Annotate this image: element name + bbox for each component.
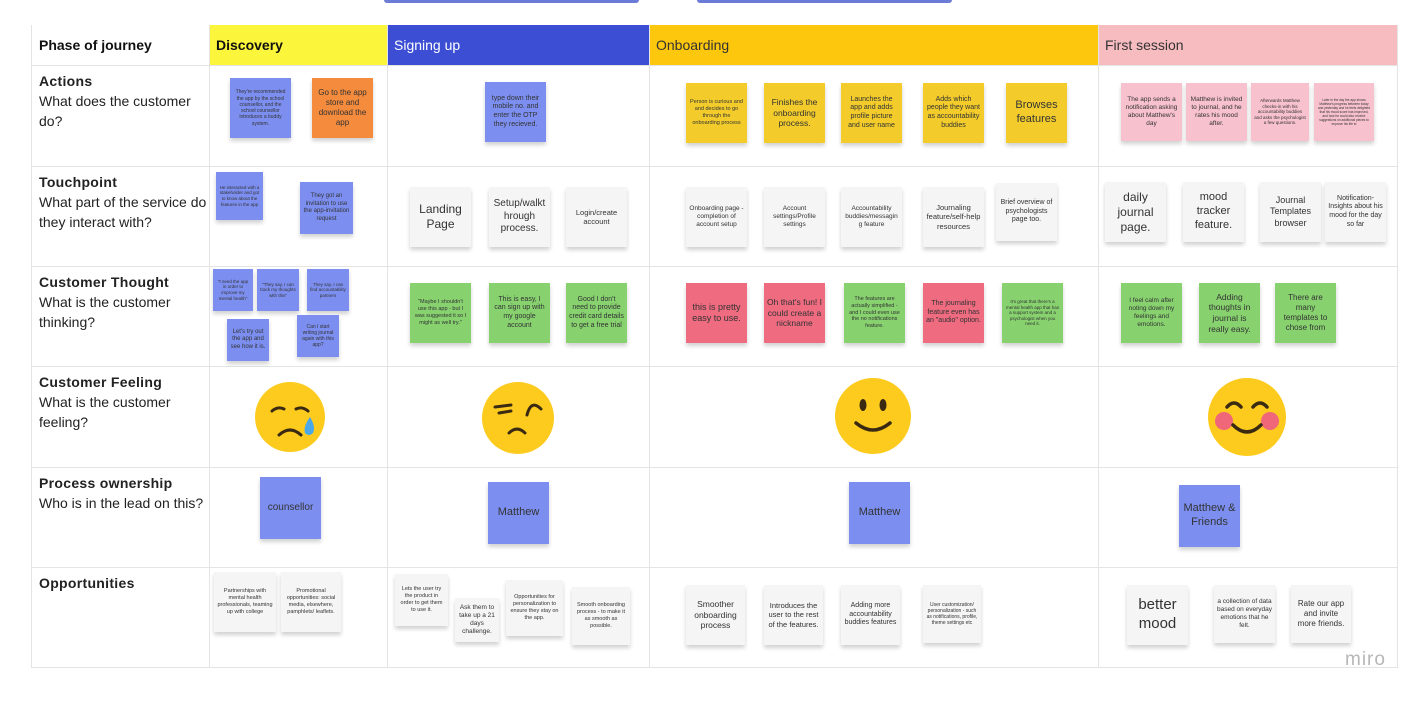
blushing-face-icon <box>1208 378 1286 456</box>
sticky-note[interactable]: Later in the day the app shows Matthew's… <box>1314 83 1374 141</box>
sticky-note[interactable]: The journaling feature even has an "audi… <box>923 283 984 343</box>
row-label-customer-thought: Customer Thought What is the customer th… <box>39 272 207 332</box>
sticky-note[interactable]: Person is curious and and decides to go … <box>686 83 747 143</box>
smiling-face-icon <box>835 378 911 454</box>
phase-discovery: Discovery <box>209 25 387 65</box>
sticky-note[interactable]: Brief overview of psychologists page too… <box>996 183 1057 241</box>
sticky-note[interactable]: They're recommended the app by the schoo… <box>230 78 291 138</box>
sticky-note[interactable]: There are many templates to chose from <box>1275 283 1336 343</box>
sticky-note[interactable]: daily journal page. <box>1105 182 1166 242</box>
sticky-note[interactable]: The features are actually simplified - a… <box>844 283 905 343</box>
sticky-note[interactable]: I feel calm after noting down my feeling… <box>1121 283 1182 343</box>
sticky-note[interactable]: Adding more accountability buddies featu… <box>841 585 900 645</box>
sticky-note[interactable]: It's great that there's a mental health … <box>1002 283 1063 343</box>
row-subtitle: What is the customer feeling? <box>39 394 171 430</box>
phase-first-session: First session <box>1098 25 1398 65</box>
phase-name: Signing up <box>394 37 461 53</box>
top-frame-tab <box>697 0 952 3</box>
sticky-note[interactable]: Smooth onboarding process - to make it a… <box>572 587 630 645</box>
row-label-customer-feeling: Customer Feeling What is the customer fe… <box>39 372 207 432</box>
top-frame-tab <box>384 0 639 3</box>
sticky-note[interactable]: Smoother onboarding process <box>686 585 745 645</box>
sticky-note[interactable]: Browses features <box>1006 83 1067 143</box>
sticky-note[interactable]: Partnerships with mental health professi… <box>214 572 276 632</box>
sticky-note[interactable]: Can I start writing journal again with t… <box>297 315 339 357</box>
phase-signing-up: Signing up <box>387 25 649 65</box>
sticky-note[interactable]: Accountability buddies/messaging feature <box>841 187 902 247</box>
sticky-note[interactable]: Let's try out the app and see how it is. <box>227 319 269 361</box>
sticky-note[interactable]: Go to the app store and download the app <box>312 78 373 138</box>
sticky-note[interactable]: Opportunities for personalization to ens… <box>506 580 563 636</box>
sticky-note[interactable]: Account settings/Profile settings <box>764 187 825 247</box>
row-title: Customer Feeling <box>39 374 163 390</box>
sticky-note[interactable]: He interacted with a stakeholder and got… <box>216 172 263 220</box>
sticky-note[interactable]: type down their mobile no. and enter the… <box>485 82 546 142</box>
sticky-note[interactable]: They got an invitation to use the app-in… <box>300 182 353 234</box>
row-label-actions: Actions What does the customer do? <box>39 71 207 131</box>
unamused-face-icon <box>482 382 554 454</box>
sticky-note[interactable]: Onboarding page - completion of account … <box>686 187 747 247</box>
phase-name: First session <box>1105 37 1184 53</box>
sticky-note[interactable]: Good I don't need to provide credit card… <box>566 283 627 343</box>
row-subtitle: What is the customer thinking? <box>39 294 171 330</box>
sticky-note[interactable]: User customization/ personalization - su… <box>923 585 981 643</box>
sticky-note[interactable]: Journaling feature/self-help resources <box>923 187 984 247</box>
phase-header-label: Phase of journey <box>39 37 152 53</box>
sticky-note[interactable]: Adding thoughts in journal is really eas… <box>1199 283 1260 343</box>
sticky-note[interactable]: this is pretty easy to use. <box>686 283 747 343</box>
phase-name: Onboarding <box>656 37 730 53</box>
sticky-note[interactable]: Landing Page <box>410 187 471 247</box>
sticky-note[interactable]: Rate our app and invite more friends. <box>1291 585 1351 643</box>
row-subtitle: Who is in the lead on this? <box>39 495 204 511</box>
sticky-note[interactable]: Login/create account <box>566 187 627 247</box>
sticky-note[interactable]: Matthew <box>488 482 549 544</box>
sad-tear-face-icon <box>255 382 325 452</box>
sticky-note[interactable]: Lets the user try the product in order t… <box>395 574 448 626</box>
sticky-note[interactable]: Notification-Insights about his mood for… <box>1325 182 1386 242</box>
sticky-note[interactable]: Finishes the onboarding process. <box>764 83 825 143</box>
sticky-note[interactable]: Matthew & Friends <box>1179 485 1240 547</box>
row-title: Customer Thought <box>39 274 170 290</box>
sticky-note[interactable]: The app sends a notification asking abou… <box>1121 83 1182 141</box>
sticky-note[interactable]: "They say, I can track my thoughts with … <box>257 269 299 311</box>
row-title: Touchpoint <box>39 174 118 190</box>
miro-logo: miro <box>1345 649 1386 670</box>
row-title: Opportunities <box>39 575 135 591</box>
row-label-process-ownership: Process ownership Who is in the lead on … <box>39 473 207 513</box>
sticky-note[interactable]: This is easy, I can sign up with my goog… <box>489 283 550 343</box>
row-subtitle: What does the customer do? <box>39 93 191 129</box>
sticky-note[interactable]: Launches the app and adds profile pictur… <box>841 83 902 143</box>
row-title: Process ownership <box>39 475 173 491</box>
sticky-note[interactable]: Oh that's fun! I could create a nickname <box>764 283 825 343</box>
sticky-note[interactable]: Introduces the user to the rest of the f… <box>764 585 823 645</box>
sticky-note[interactable]: Afterwards Matthew checks-in with his ac… <box>1251 83 1309 141</box>
customer-journey-board: Phase of journey Discovery Signing up On… <box>31 25 1398 668</box>
sticky-note[interactable]: "I need the app in order to improve my m… <box>213 269 253 311</box>
row-title: Actions <box>39 73 93 89</box>
sticky-note[interactable]: They say, I can find accountability part… <box>307 269 349 311</box>
sticky-note[interactable]: "Maybe I shouldn't use this app - but I … <box>410 283 471 343</box>
sticky-note[interactable]: Adds which people they want as accountab… <box>923 83 984 143</box>
row-subtitle: What part of the service do they interac… <box>39 194 207 230</box>
row-label-opportunities: Opportunities <box>39 573 207 593</box>
sticky-note[interactable]: better mood <box>1127 585 1188 645</box>
phase-name: Discovery <box>216 37 283 53</box>
sticky-note[interactable]: Journal Templates browser <box>1260 182 1321 242</box>
phase-onboarding: Onboarding <box>649 25 1098 65</box>
sticky-note[interactable]: counsellor <box>260 477 321 539</box>
sticky-note[interactable]: Setup/walkthrough process. <box>489 187 550 247</box>
sticky-note[interactable]: mood tracker feature. <box>1183 182 1244 242</box>
sticky-note[interactable]: Matthew is invited to journal, and he ra… <box>1186 83 1247 141</box>
sticky-note[interactable]: Promotional opportunities: social media,… <box>281 572 341 632</box>
sticky-note[interactable]: Matthew <box>849 482 910 544</box>
sticky-note[interactable]: a collection of data based on everyday e… <box>1214 585 1275 643</box>
sticky-note[interactable]: Ask them to take up a 21 days challenge. <box>455 598 499 642</box>
row-label-touchpoint: Touchpoint What part of the service do t… <box>39 172 207 232</box>
